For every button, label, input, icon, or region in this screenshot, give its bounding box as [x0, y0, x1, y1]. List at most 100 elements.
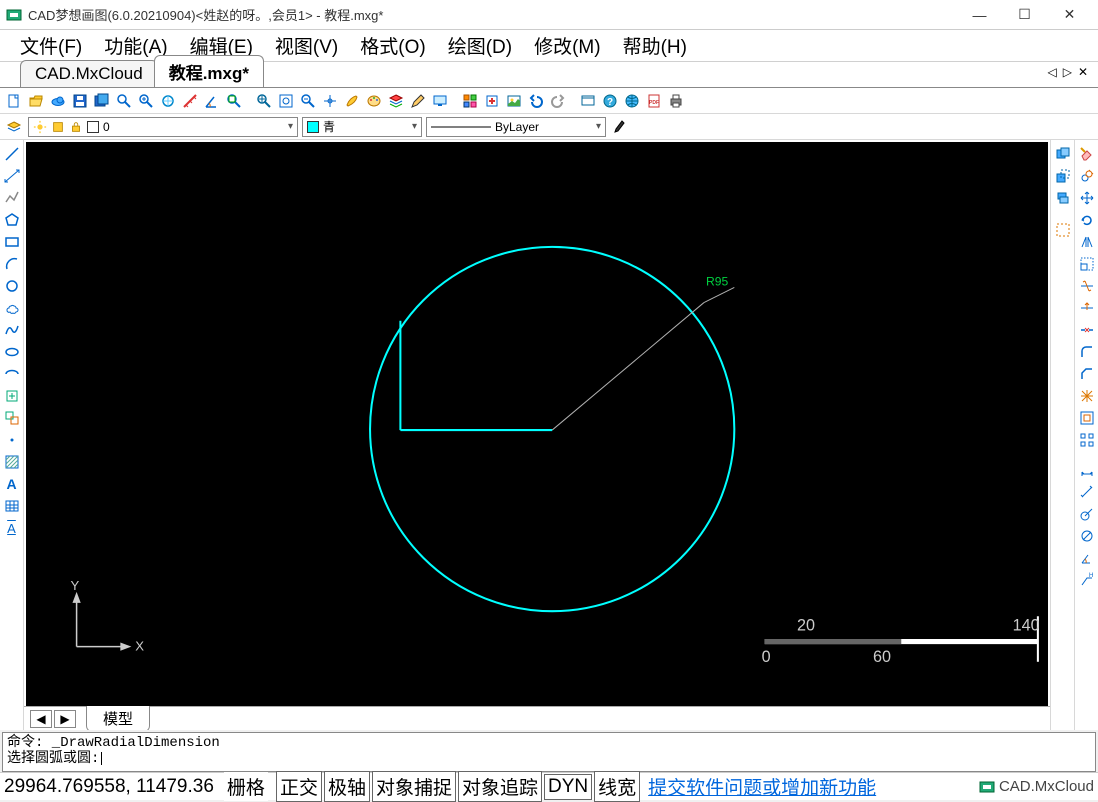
table-icon[interactable]: [2, 496, 22, 516]
revcloud-icon[interactable]: [2, 298, 22, 318]
measure-icon[interactable]: [180, 91, 200, 111]
ellipse-arc-icon[interactable]: [2, 364, 22, 384]
chamfer-icon[interactable]: [1077, 364, 1097, 384]
color-combo[interactable]: 青 ▾: [302, 117, 422, 137]
mode-polar[interactable]: 极轴: [324, 771, 370, 802]
help-icon[interactable]: ?: [600, 91, 620, 111]
menu-file[interactable]: 文件(F): [10, 30, 92, 61]
layout-tab-model[interactable]: 模型: [86, 705, 150, 730]
mtext-icon[interactable]: A: [2, 518, 22, 538]
insert-block-icon[interactable]: [2, 386, 22, 406]
fillet-icon[interactable]: [1077, 342, 1097, 362]
new-file-icon[interactable]: [4, 91, 24, 111]
circle-icon[interactable]: [2, 276, 22, 296]
xline-icon[interactable]: [2, 166, 22, 186]
break-icon[interactable]: [1077, 320, 1097, 340]
layout-prev-button[interactable]: ◀: [30, 710, 52, 728]
monitor-icon[interactable]: [430, 91, 450, 111]
mode-dyn[interactable]: DYN: [544, 774, 592, 800]
save-icon[interactable]: [70, 91, 90, 111]
minimize-button[interactable]: —: [957, 0, 1002, 30]
close-button[interactable]: ✕: [1047, 0, 1092, 30]
menu-help[interactable]: 帮助(H): [613, 30, 697, 61]
tab-close-icon[interactable]: ✕: [1076, 65, 1090, 79]
leader-icon[interactable]: H: [1077, 570, 1097, 590]
crosshair-icon[interactable]: [320, 91, 340, 111]
rectangle-icon[interactable]: [2, 232, 22, 252]
open-file-icon[interactable]: [26, 91, 46, 111]
dim-angular-icon[interactable]: [1077, 548, 1097, 568]
explode-icon[interactable]: [1077, 386, 1097, 406]
menu-draw[interactable]: 绘图(D): [438, 30, 522, 61]
block-icon[interactable]: [460, 91, 480, 111]
menu-format[interactable]: 格式(O): [350, 30, 435, 61]
tab-cloud[interactable]: CAD.MxCloud: [20, 60, 158, 87]
redo-icon[interactable]: [548, 91, 568, 111]
cloud-icon[interactable]: [48, 91, 68, 111]
mode-grid[interactable]: 栅格: [224, 772, 268, 801]
command-line[interactable]: 命令: _DrawRadialDimension 选择圆弧或圆:: [2, 732, 1096, 772]
brush-icon[interactable]: [610, 117, 630, 137]
globe-icon[interactable]: [622, 91, 642, 111]
mode-otrack[interactable]: 对象追踪: [458, 771, 542, 802]
mode-ortho[interactable]: 正交: [276, 771, 322, 802]
print-icon[interactable]: [666, 91, 686, 111]
text-icon-a[interactable]: A: [2, 474, 22, 494]
saveas-icon[interactable]: [92, 91, 112, 111]
offset-icon[interactable]: [1077, 408, 1097, 428]
pdf-icon[interactable]: PDF: [644, 91, 664, 111]
zoom-window-icon[interactable]: [158, 91, 178, 111]
arc-icon[interactable]: [2, 254, 22, 274]
array-icon[interactable]: [1077, 430, 1097, 450]
spline-icon[interactable]: [2, 320, 22, 340]
move-layer-icon[interactable]: [1053, 166, 1073, 186]
trim-icon[interactable]: [1077, 276, 1097, 296]
screen-icon[interactable]: [578, 91, 598, 111]
pan-icon[interactable]: [254, 91, 274, 111]
insert-icon[interactable]: [482, 91, 502, 111]
palette-icon[interactable]: [364, 91, 384, 111]
stack-layer-icon[interactable]: [1053, 188, 1073, 208]
linetype-combo[interactable]: ByLayer ▾: [426, 117, 606, 137]
layout-next-button[interactable]: ▶: [54, 710, 76, 728]
undo-icon[interactable]: [526, 91, 546, 111]
erase-icon[interactable]: [1077, 144, 1097, 164]
feedback-link[interactable]: 提交软件问题或增加新功能: [648, 773, 876, 800]
tab-prev-icon[interactable]: ◁: [1045, 65, 1058, 79]
layer-combo[interactable]: 0 ▾: [28, 117, 298, 137]
make-block-icon[interactable]: [2, 408, 22, 428]
drawing-canvas[interactable]: R95 X Y 0 20 60 140: [26, 142, 1048, 706]
line-icon[interactable]: [2, 144, 22, 164]
dim-diameter-icon[interactable]: [1077, 526, 1097, 546]
hatch-icon[interactable]: [2, 452, 22, 472]
move-icon[interactable]: [1077, 188, 1097, 208]
mode-lwt[interactable]: 线宽: [594, 771, 640, 802]
dim-linear-icon[interactable]: [1077, 460, 1097, 480]
paint-icon[interactable]: [342, 91, 362, 111]
rotate-icon[interactable]: [1077, 210, 1097, 230]
image-icon[interactable]: [504, 91, 524, 111]
select-window-icon[interactable]: [1053, 220, 1073, 240]
layer-manager-icon[interactable]: [4, 117, 24, 137]
dim-radius-icon[interactable]: [1077, 504, 1097, 524]
scale-icon[interactable]: [1077, 254, 1097, 274]
polygon-icon[interactable]: [2, 210, 22, 230]
zoom-icon[interactable]: [114, 91, 134, 111]
tab-tutorial[interactable]: 教程.mxg*: [154, 55, 264, 87]
tab-next-icon[interactable]: ▷: [1061, 65, 1074, 79]
zoom-all-icon[interactable]: [276, 91, 296, 111]
pencil-icon[interactable]: [408, 91, 428, 111]
copy-icon[interactable]: [1077, 166, 1097, 186]
mirror-icon[interactable]: [1077, 232, 1097, 252]
angle-icon[interactable]: [202, 91, 222, 111]
point-icon[interactable]: [2, 430, 22, 450]
zoom-in-icon[interactable]: [136, 91, 156, 111]
menu-view[interactable]: 视图(V): [265, 30, 348, 61]
coordinates[interactable]: 29964.769558, 11479.36: [4, 776, 214, 798]
copy-layer-icon[interactable]: [1053, 144, 1073, 164]
maximize-button[interactable]: ☐: [1002, 0, 1047, 30]
zoom-extents-icon[interactable]: [224, 91, 244, 111]
extend-icon[interactable]: [1077, 298, 1097, 318]
polyline-icon[interactable]: [2, 188, 22, 208]
ellipse-icon[interactable]: [2, 342, 22, 362]
